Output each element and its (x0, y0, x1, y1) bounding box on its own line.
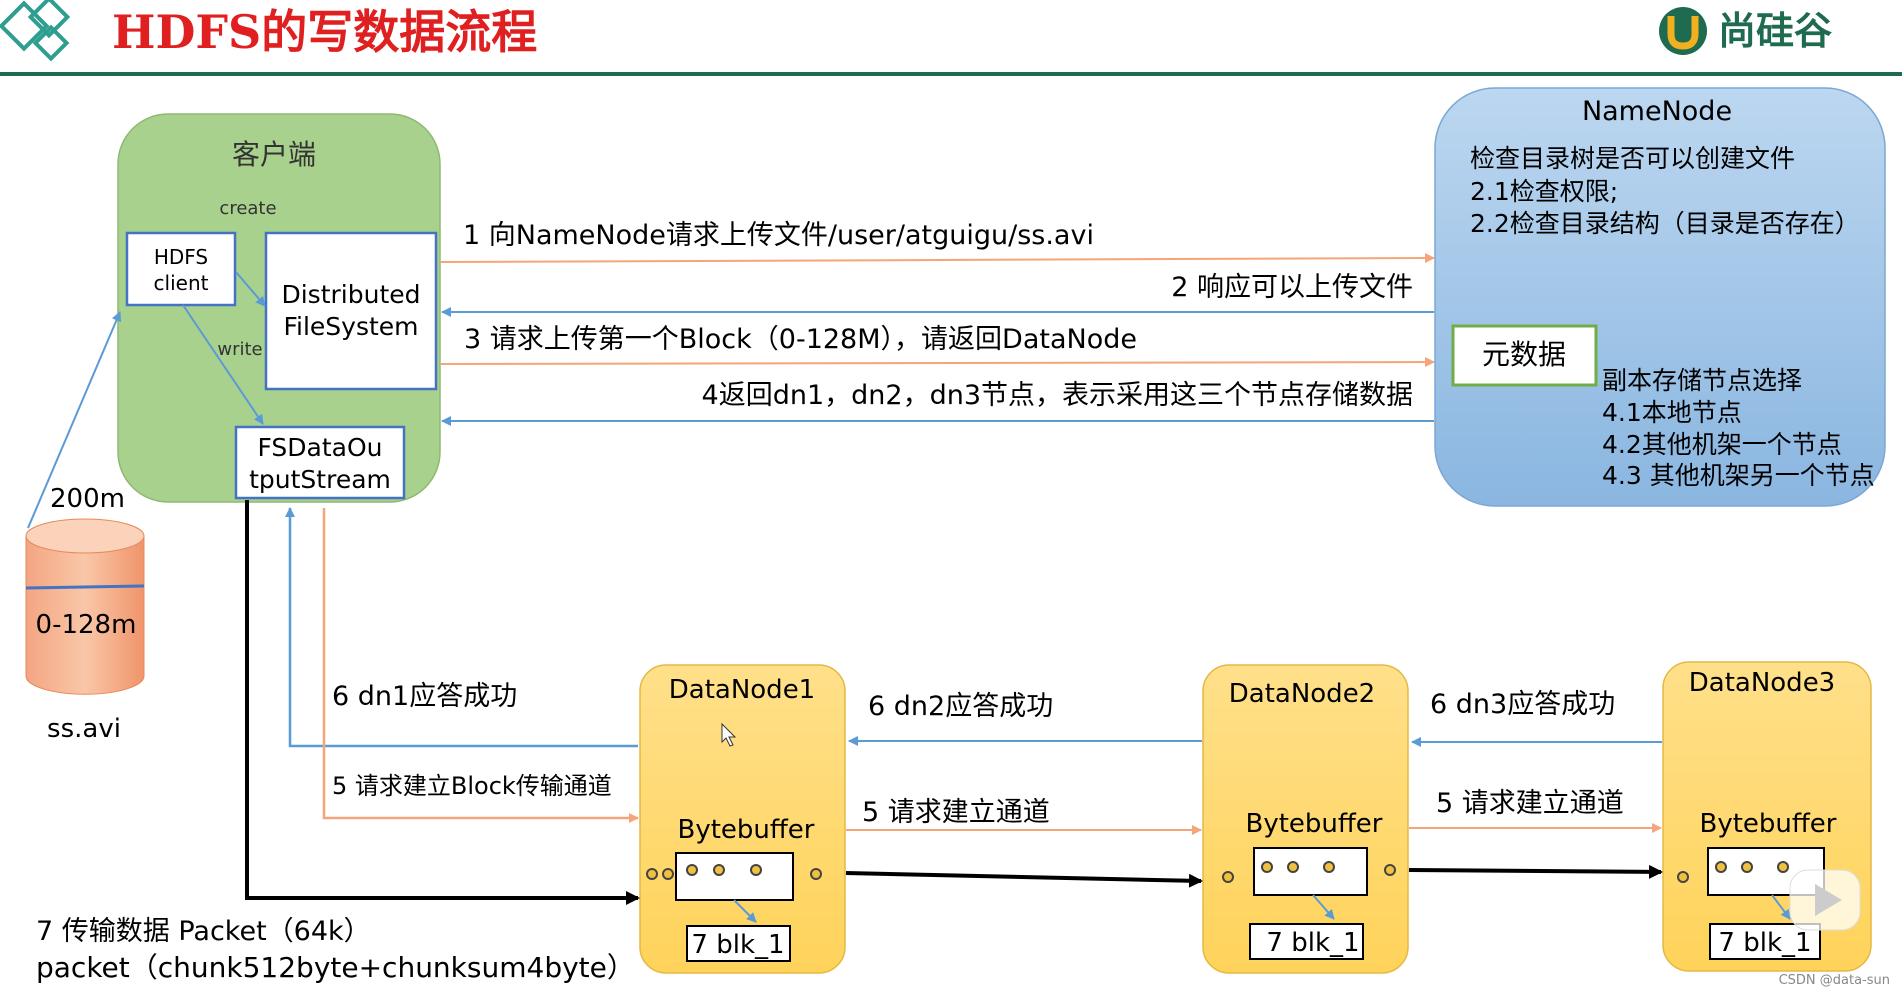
dfs-line2: FileSystem (283, 312, 418, 341)
step1-arrow (439, 253, 1435, 264)
namenode-group: NameNode 检查目录树是否可以创建文件 2.1检查权限; 2.2检查目录结… (1434, 87, 1886, 507)
create-label: create (219, 198, 276, 219)
step3-arrow (439, 357, 1435, 368)
datanode-1-block-label: 7 blk_1 (691, 930, 784, 960)
datanode-2-dot (1287, 861, 1299, 873)
namenode-title: NameNode (1582, 96, 1732, 127)
write-label: write (217, 339, 262, 360)
replica-note-2: 4.2其他机架一个节点 (1602, 430, 1842, 459)
step5b-label: 5 请求建立通道 (862, 797, 1050, 828)
namenode-check-1: 检查目录树是否可以创建文件 (1470, 144, 1795, 173)
header: HDFS的写数据流程 尚硅谷 (0, 0, 1902, 76)
step6b-label: 6 dn2应答成功 (868, 691, 1053, 722)
brand-name: 尚硅谷 (1718, 9, 1832, 53)
namenode-check-2: 2.1检查权限; (1470, 177, 1618, 206)
client-group: 客户端 create write HDFS client Distributed… (117, 113, 441, 503)
metadata-label: 元数据 (1482, 338, 1566, 371)
datanode-3-block-label: 7 blk_1 (1718, 928, 1811, 958)
brand-logo: 尚硅谷 (1659, 7, 1832, 55)
step7c-arrow (1408, 864, 1663, 879)
namenode-check-3: 2.2检查目录结构（目录是否存在） (1470, 209, 1860, 238)
u-logo-icon (1659, 7, 1707, 55)
step5c-label: 5 请求建立通道 (1436, 788, 1624, 819)
step5a-label: 5 请求建立Block传输通道 (332, 772, 612, 800)
step6a-label: 6 dn1应答成功 (332, 681, 517, 712)
diamond-logo-icon (0, 0, 71, 62)
pipeline-arrows: 6 dn1应答成功 5 请求建立Block传输通道 7 传输数据 Packet（… (36, 500, 1663, 984)
datanode-1-name: DataNode1 (669, 675, 815, 705)
datanode-1-dot (686, 864, 698, 876)
step2-label: 2 响应可以上传文件 (1171, 272, 1413, 303)
cylinder-top (25, 518, 145, 554)
fsdos-line1: FSDataOu (257, 433, 382, 462)
replica-note-1: 4.1本地节点 (1602, 398, 1742, 427)
file-size-label: 200m (50, 484, 125, 514)
datanode-3-dot (1677, 871, 1689, 883)
step3-label: 3 请求上传第一个Block（0-128M），请返回DataNode (464, 324, 1137, 355)
datanode-2: DataNode2 Bytebuffer 7 blk_1 (1202, 664, 1409, 974)
datanode-1-dot (646, 868, 658, 880)
cylinder-block-divider (25, 584, 145, 590)
datanode-1-buffer-label: Bytebuffer (678, 815, 815, 845)
client-label: 客户端 (232, 138, 316, 171)
datanode-2-dot (1384, 864, 1396, 876)
datanode-2-buffer-label: Bytebuffer (1246, 809, 1383, 839)
datanode-3-dot (1777, 861, 1789, 873)
datanode-3-buffer-label: Bytebuffer (1700, 809, 1837, 839)
datanode-1-dot (750, 864, 762, 876)
file-block-label: 0-128m (36, 610, 137, 640)
dfs-line1: Distributed (281, 280, 420, 309)
datanode-1-dot (810, 868, 822, 880)
distributed-filesystem-box (264, 231, 438, 391)
hdfs-client-line2: client (154, 271, 209, 295)
datanode-1: DataNode1 Bytebuffer 7 blk_1 (639, 664, 846, 974)
step7-label: 7 传输数据 Packet（64k） (36, 916, 371, 947)
hdfs-write-diagram: HDFS的写数据流程 尚硅谷 客户端 create write HDFS cli… (0, 0, 1902, 988)
step7b-arrow (845, 871, 1203, 888)
packet-label: packet（chunk512byte+chunksum4byte） (36, 951, 635, 984)
datanode-2-dot (1222, 871, 1234, 883)
video-play-icon (1789, 869, 1861, 931)
page-title: HDFS的写数据流程 (112, 5, 537, 59)
datanode-2-dot (1261, 861, 1273, 873)
step1-label: 1 向NameNode请求上传文件/user/atguigu/ss.avi (463, 220, 1094, 251)
datanode-2-name: DataNode2 (1229, 679, 1375, 709)
watermark: CSDN @data-sun (1779, 973, 1890, 988)
datanode-1-buffer-box (675, 852, 794, 901)
hdfs-client-line1: HDFS (154, 245, 208, 269)
datanode-3-dot (1741, 861, 1753, 873)
step4-label: 4返回dn1，dn2，dn3节点，表示采用这三个节点存储数据 (702, 380, 1413, 411)
replica-note-0: 副本存储节点选择 (1602, 366, 1802, 395)
datanode-2-block-label: 7 blk_1 (1266, 928, 1359, 958)
step6c-label: 6 dn3应答成功 (1430, 689, 1615, 720)
fsdos-line2: tputStream (249, 465, 391, 494)
datanode-3-dot (1715, 861, 1727, 873)
file-name: ss.avi (47, 714, 121, 744)
datanode-1-dot (662, 868, 674, 880)
datanode-3: DataNode3 Bytebuffer 7 blk_1 (1662, 661, 1872, 972)
datanode-2-dot (1323, 861, 1335, 873)
namenode-request-arrows: 1 向NameNode请求上传文件/user/atguigu/ss.avi 2 … (439, 220, 1435, 426)
datanode-3-name: DataNode3 (1689, 668, 1835, 698)
datanode-1-dot (713, 864, 725, 876)
replica-note-3: 4.3 其他机架另一个节点 (1602, 461, 1875, 490)
